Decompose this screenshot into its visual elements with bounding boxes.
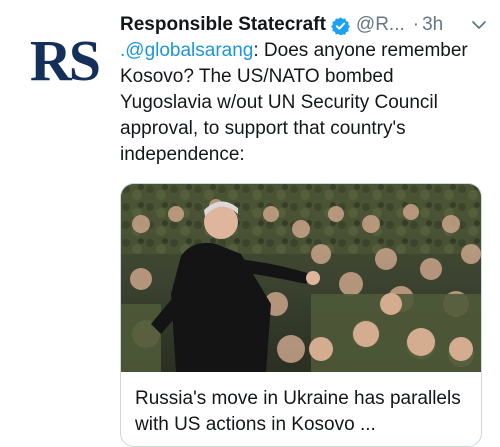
author-name[interactable]: Responsible Statecraft: [120, 14, 326, 36]
tweet-header: Responsible Statecraft @R... · 3h: [120, 10, 492, 40]
tweet-text: .@globalsarang: Does anyone remember Kos…: [120, 38, 490, 168]
avatar-logo-text: RS: [29, 27, 101, 93]
card-image: [121, 184, 481, 372]
timestamp[interactable]: 3h: [422, 14, 443, 36]
verified-badge-icon: [330, 16, 350, 35]
separator-dot: ·: [412, 14, 420, 35]
avatar[interactable]: RS: [26, 28, 102, 93]
author-handle[interactable]: @R...: [356, 14, 405, 36]
chevron-down-icon[interactable]: [470, 16, 488, 34]
link-card[interactable]: Russia's move in Ukraine has parallels w…: [120, 183, 482, 447]
mention-link[interactable]: .@globalsarang: [120, 40, 253, 61]
card-title: Russia's move in Ukraine has parallels w…: [135, 388, 461, 435]
